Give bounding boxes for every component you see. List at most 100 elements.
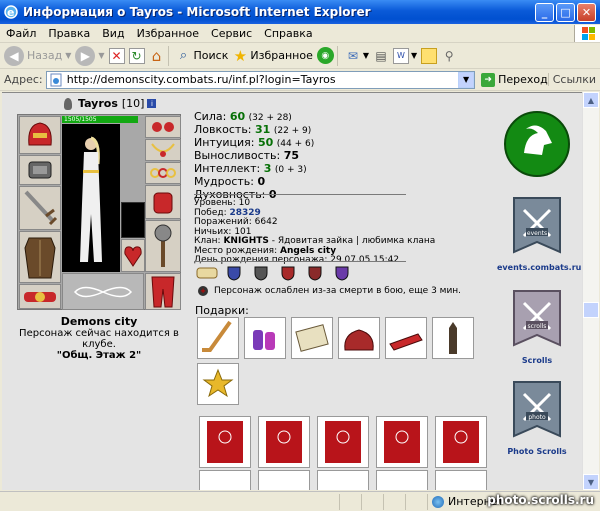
media-button[interactable]: ◉ <box>316 47 334 64</box>
scrolls-banner[interactable]: scrolls Scrolls <box>497 289 577 365</box>
stop-icon: ✕ <box>108 47 125 64</box>
page-icon <box>50 73 62 86</box>
events-banner[interactable]: events events.combats.ru <box>497 196 581 272</box>
character-name[interactable]: Tayros <box>78 97 118 110</box>
gift-item[interactable] <box>338 317 380 359</box>
gift-item[interactable] <box>197 363 239 405</box>
home-icon: ⌂ <box>151 46 162 65</box>
helmet-slot[interactable] <box>19 116 61 154</box>
shield-slot[interactable] <box>145 220 181 272</box>
weapon-slot[interactable] <box>19 186 61 230</box>
search-button[interactable]: ⌕ Поиск <box>176 48 228 64</box>
skull-icon: + <box>198 286 208 296</box>
mail-dropdown-icon[interactable]: ▼ <box>363 51 369 60</box>
mail-button[interactable]: ✉ ▼ <box>345 48 369 64</box>
hp-value: 1505/1505 <box>64 116 97 123</box>
vertical-scrollbar[interactable]: ▲ ▼ <box>582 92 599 490</box>
menu-view[interactable]: Вид <box>96 27 130 40</box>
gift-item[interactable] <box>197 317 239 359</box>
menu-help[interactable]: Справка <box>258 27 318 40</box>
photo-scrolls-link[interactable]: Photo Scrolls <box>497 447 577 456</box>
clan-link[interactable]: KNIGHTS <box>223 236 268 246</box>
gift-item[interactable] <box>385 317 427 359</box>
badge[interactable] <box>223 265 245 281</box>
gift-card-icon <box>443 421 479 463</box>
edit-button[interactable]: W ▼ <box>393 47 417 64</box>
badge[interactable] <box>304 265 326 281</box>
minimize-button[interactable]: _ <box>535 2 554 22</box>
armor-slot[interactable] <box>19 231 61 283</box>
gift-card[interactable] <box>376 416 428 468</box>
gift-item[interactable] <box>244 317 286 359</box>
pet-slot[interactable] <box>121 239 145 272</box>
badge[interactable] <box>250 265 272 281</box>
maximize-button[interactable]: □ <box>556 2 575 22</box>
earrings-slot[interactable] <box>145 116 181 138</box>
address-input[interactable]: http://demonscity.combats.ru/inf.pl?logi… <box>45 70 476 89</box>
favorites-button[interactable]: ★ Избранное <box>232 47 313 65</box>
belt-slot[interactable] <box>19 284 61 309</box>
tower-icon <box>449 322 457 354</box>
gift-item[interactable] <box>291 317 333 359</box>
go-button[interactable]: ➜ Переход <box>481 72 548 87</box>
gift-card[interactable] <box>199 416 251 468</box>
stop-button[interactable]: ✕ <box>108 47 125 64</box>
address-bar: Адрес: http://demonscity.combats.ru/inf.… <box>0 69 600 91</box>
gift-card[interactable] <box>258 416 310 468</box>
events-link[interactable]: events.combats.ru <box>497 263 581 272</box>
gift-card[interactable] <box>317 416 369 468</box>
bracers-slot[interactable] <box>19 155 61 185</box>
edit-dropdown-icon[interactable]: ▼ <box>411 51 417 60</box>
menu-file[interactable]: Файл <box>0 27 42 40</box>
status-cell <box>384 493 406 510</box>
scrolls-badge-text: scrolls <box>528 323 547 330</box>
ring-slot[interactable] <box>121 202 145 238</box>
goat-logo[interactable] <box>497 109 577 182</box>
gift-card[interactable] <box>435 416 487 468</box>
scrolls-link[interactable]: Scrolls <box>497 356 577 365</box>
toolbar-separator <box>336 45 338 66</box>
runes-slot[interactable] <box>62 273 144 310</box>
home-button[interactable]: ⌂ <box>149 46 165 65</box>
menu-bar: Файл Правка Вид Избранное Сервис Справка <box>0 24 600 43</box>
badge[interactable] <box>277 265 299 281</box>
menu-favorites[interactable]: Избранное <box>131 27 205 40</box>
forward-dropdown-icon[interactable]: ▼ <box>98 51 104 60</box>
forward-button[interactable]: ▶ ▼ <box>75 45 105 66</box>
gloves-slot[interactable] <box>145 185 181 219</box>
back-button[interactable]: ◀ Назад ▼ <box>4 45 71 66</box>
necklace-slot[interactable] <box>145 139 181 161</box>
discuss-button[interactable] <box>421 47 438 64</box>
refresh-button[interactable]: ↻ <box>128 47 145 64</box>
menu-tools[interactable]: Сервис <box>205 27 258 40</box>
stats-list: Сила: 60 (32 + 28) Ловкость: 31 (22 + 9)… <box>194 111 314 202</box>
badge[interactable] <box>331 265 353 281</box>
info-icon[interactable]: i <box>147 99 157 108</box>
photo-scrolls-banner[interactable]: photo Photo Scrolls <box>497 380 577 456</box>
forward-arrow-icon: ▶ <box>75 45 96 66</box>
gift-card[interactable] <box>317 470 369 490</box>
address-dropdown-icon[interactable]: ▼ <box>458 71 475 88</box>
badge[interactable] <box>196 265 218 281</box>
boots-slot[interactable] <box>145 273 181 310</box>
links-button[interactable]: Ссылки <box>547 73 596 86</box>
print-button[interactable]: ▤ <box>373 48 389 64</box>
close-button[interactable]: ✕ <box>577 2 596 22</box>
gift-item[interactable] <box>432 317 474 359</box>
research-button[interactable]: ⚲ <box>441 48 457 64</box>
gift-card[interactable] <box>199 470 251 490</box>
gift-card[interactable] <box>258 470 310 490</box>
rings-slot[interactable] <box>145 162 181 184</box>
scroll-thumb[interactable] <box>583 302 599 318</box>
ie-logo-icon: e <box>4 5 18 19</box>
scroll-up-icon[interactable]: ▲ <box>583 92 599 108</box>
gift-card[interactable] <box>376 470 428 490</box>
status-cell <box>406 493 428 510</box>
svg-text:e: e <box>7 6 14 19</box>
character-avatar[interactable] <box>62 124 120 272</box>
back-dropdown-icon[interactable]: ▼ <box>65 51 71 60</box>
scroll-down-icon[interactable]: ▼ <box>583 474 599 490</box>
club-text: Персонаж сейчас находится в клубе. <box>19 328 179 350</box>
gift-card[interactable] <box>435 470 487 490</box>
menu-edit[interactable]: Правка <box>42 27 96 40</box>
